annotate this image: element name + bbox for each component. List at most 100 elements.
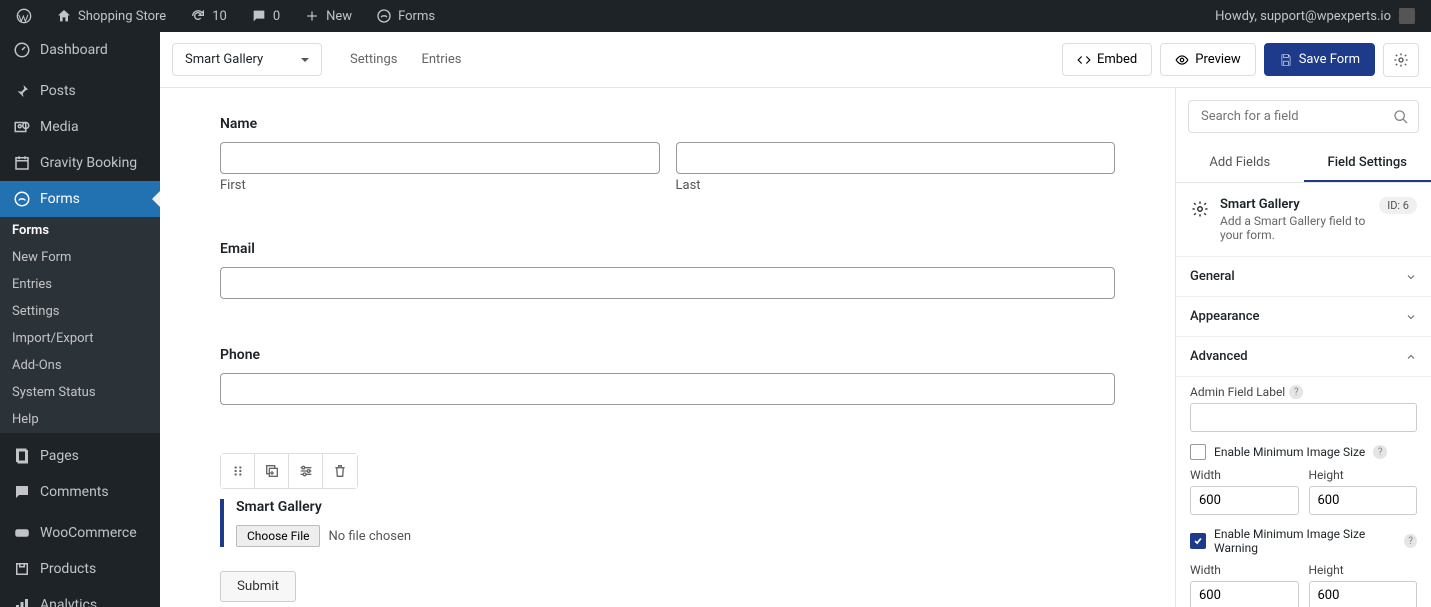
toolbar-entries-link[interactable]: Entries <box>421 52 461 67</box>
name-field[interactable]: Name First Last <box>220 116 1115 193</box>
sidebar-label: Posts <box>40 83 76 99</box>
drag-handle[interactable] <box>221 454 255 488</box>
sidebar-item-dashboard[interactable]: Dashboard <box>0 32 160 68</box>
sidebar-subitem-importexport[interactable]: Import/Export <box>0 325 160 352</box>
page-icon <box>12 446 32 466</box>
sidebar-item-comments[interactable]: Comments <box>0 474 160 510</box>
embed-button[interactable]: Embed <box>1062 43 1152 76</box>
field-toolbar <box>220 453 358 489</box>
toolbar-settings-link[interactable]: Settings <box>350 52 397 67</box>
gear-icon <box>1393 52 1409 68</box>
plus-icon <box>304 8 320 24</box>
updates-count: 10 <box>212 9 227 24</box>
admin-field-input[interactable] <box>1190 403 1417 432</box>
settings-gear-button[interactable] <box>1383 43 1419 77</box>
chevron-down-icon <box>1405 311 1417 323</box>
sidebar-item-gravitybooking[interactable]: Gravity Booking <box>0 145 160 181</box>
sidebar-label: Pages <box>40 448 79 464</box>
save-icon <box>1279 53 1293 67</box>
sidebar-subitem-forms[interactable]: Forms <box>0 217 160 244</box>
enable-min-warning-checkbox[interactable] <box>1190 533 1206 549</box>
comments-link[interactable]: 0 <box>243 8 288 24</box>
site-name-link[interactable]: Shopping Store <box>48 8 174 24</box>
height-input-1[interactable] <box>1309 486 1418 515</box>
sidebar-subitem-settings[interactable]: Settings <box>0 298 160 325</box>
search-input[interactable] <box>1188 100 1419 133</box>
sidebar-label: Comments <box>40 484 109 500</box>
height-input-2[interactable] <box>1309 581 1418 607</box>
chevron-down-icon <box>1405 271 1417 283</box>
new-label: New <box>326 9 352 24</box>
sidebar-subitem-systemstatus[interactable]: System Status <box>0 379 160 406</box>
enable-min-warning-label: Enable Minimum Image Size Warning <box>1214 527 1396 555</box>
submit-button[interactable]: Submit <box>220 571 296 602</box>
accordion-general[interactable]: General <box>1176 257 1431 297</box>
sidebar-item-products[interactable]: Products <box>0 551 160 587</box>
tab-field-settings[interactable]: Field Settings <box>1304 145 1431 182</box>
preview-button[interactable]: Preview <box>1160 43 1255 76</box>
sidebar-item-analytics[interactable]: Analytics <box>0 587 160 607</box>
height-label: Height <box>1309 468 1344 482</box>
code-icon <box>1077 53 1091 67</box>
choose-file-button[interactable]: Choose File <box>236 525 320 547</box>
phone-field[interactable]: Phone <box>220 347 1115 405</box>
help-icon[interactable]: ? <box>1404 534 1417 548</box>
help-icon[interactable]: ? <box>1289 385 1303 399</box>
sidebar-item-pages[interactable]: Pages <box>0 438 160 474</box>
sidebar-item-woocommerce[interactable]: WooCommerce <box>0 515 160 551</box>
preview-label: Preview <box>1195 52 1240 67</box>
help-icon[interactable]: ? <box>1373 445 1387 459</box>
width-label: Width <box>1190 563 1221 577</box>
last-name-input[interactable] <box>676 142 1116 174</box>
width-input-1[interactable] <box>1190 486 1299 515</box>
phone-input[interactable] <box>220 373 1115 405</box>
accordion-appearance[interactable]: Appearance <box>1176 297 1431 337</box>
duplicate-button[interactable] <box>255 454 289 488</box>
avatar-icon[interactable] <box>1399 8 1415 24</box>
howdy-text[interactable]: Howdy, support@wpexperts.io <box>1215 9 1391 24</box>
sidebar-label: Analytics <box>40 597 97 607</box>
accordion-advanced[interactable]: Advanced <box>1176 337 1431 377</box>
sidebar-item-posts[interactable]: Posts <box>0 73 160 109</box>
sidebar-subitem-addons[interactable]: Add-Ons <box>0 352 160 379</box>
dashboard-icon <box>12 40 32 60</box>
width-input-2[interactable] <box>1190 581 1299 607</box>
email-field[interactable]: Email <box>220 241 1115 299</box>
last-sublabel: Last <box>676 178 1116 193</box>
email-input[interactable] <box>220 267 1115 299</box>
first-sublabel: First <box>220 178 660 193</box>
wp-logo[interactable] <box>8 8 40 24</box>
field-settings-button[interactable] <box>289 454 323 488</box>
accordion-label: Advanced <box>1190 349 1248 364</box>
sidebar-item-media[interactable]: Media <box>0 109 160 145</box>
home-icon <box>56 8 72 24</box>
tab-add-fields[interactable]: Add Fields <box>1176 145 1304 182</box>
gravity-icon <box>376 8 392 24</box>
first-name-input[interactable] <box>220 142 660 174</box>
form-selector[interactable]: Smart Gallery <box>172 43 322 76</box>
field-id-badge: ID: 6 <box>1379 197 1417 214</box>
enable-min-checkbox[interactable] <box>1190 444 1206 460</box>
pin-icon <box>12 81 32 101</box>
sidebar-item-forms[interactable]: Forms <box>0 181 160 217</box>
updates-link[interactable]: 10 <box>182 8 235 24</box>
sidebar-label: Products <box>40 561 96 577</box>
analytics-icon <box>12 595 32 607</box>
field-settings-panel: Add Fields Field Settings Smart Gallery … <box>1175 88 1431 607</box>
forms-link[interactable]: Forms <box>368 8 443 24</box>
sidebar-label: Dashboard <box>40 42 108 58</box>
sidebar-subitem-entries[interactable]: Entries <box>0 271 160 298</box>
admin-sidebar: Dashboard Posts Media Gravity Booking Fo… <box>0 32 160 607</box>
editor-toolbar: Smart Gallery Settings Entries Embed Pre… <box>160 32 1431 88</box>
save-button[interactable]: Save Form <box>1264 43 1375 76</box>
new-link[interactable]: New <box>296 8 360 24</box>
smart-gallery-field[interactable]: Smart Gallery Choose File No file chosen <box>220 499 1115 547</box>
search-icon[interactable] <box>1393 109 1409 125</box>
form-editor-area: Name First Last Email <box>160 88 1175 607</box>
sidebar-subitem-help[interactable]: Help <box>0 406 160 433</box>
chevron-up-icon <box>1405 351 1417 363</box>
gear-icon <box>1190 199 1210 219</box>
phone-label: Phone <box>220 347 1115 363</box>
delete-button[interactable] <box>323 454 357 488</box>
sidebar-subitem-newform[interactable]: New Form <box>0 244 160 271</box>
